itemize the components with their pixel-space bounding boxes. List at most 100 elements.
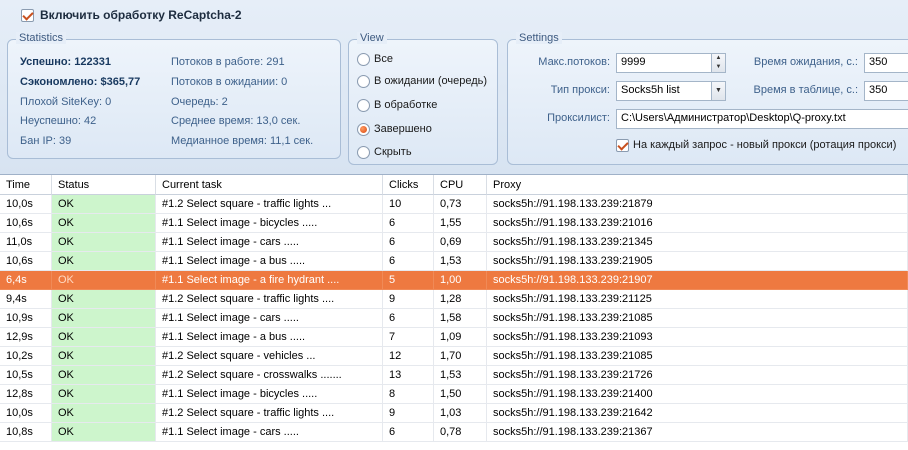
cell-cpu: 1,28 [434, 290, 487, 309]
column-header-cpu[interactable]: CPU [434, 175, 487, 195]
spin-down-icon[interactable]: ▼ [712, 63, 725, 72]
column-header-proxy[interactable]: Proxy [487, 175, 908, 195]
cell-cpu: 1,50 [434, 385, 487, 404]
control-panel: Включить обработку ReCaptcha-2 Statistic… [0, 0, 908, 174]
view-option-label: В обработке [374, 99, 438, 111]
column-header-clicks[interactable]: Clicks [383, 175, 434, 195]
view-option-processing[interactable]: В обработке [357, 96, 437, 114]
cell-time: 10,0s [0, 195, 52, 214]
cell-time: 10,6s [0, 252, 52, 271]
cell-clicks: 9 [383, 290, 434, 309]
max-threads-spinner[interactable]: ▲ ▼ [711, 54, 725, 72]
cell-time: 10,0s [0, 404, 52, 423]
cell-task: #1.1 Select image - bicycles ..... [156, 214, 383, 233]
column-header-time[interactable]: Time [0, 175, 52, 195]
settings-title: Settings [516, 32, 562, 44]
cell-proxy: socks5h://91.198.133.239:21125 [487, 290, 908, 309]
table-row[interactable]: 12,8s OK #1.1 Select image - bicycles ....… [0, 385, 908, 404]
cell-task: #1.2 Select square - traffic lights .... [156, 404, 383, 423]
cell-cpu: 0,73 [434, 195, 487, 214]
cell-clicks: 6 [383, 309, 434, 328]
cell-status: OK [52, 252, 156, 271]
proxy-type-value: Socks5h list [621, 84, 680, 96]
table-row[interactable]: 10,6s OK #1.1 Select image - a bus ..... 6 1… [0, 252, 908, 271]
cell-cpu: 0,78 [434, 423, 487, 442]
cell-clicks: 6 [383, 214, 434, 233]
view-option-all[interactable]: Все [357, 50, 393, 68]
radio-icon[interactable] [357, 98, 370, 112]
proxylist-field[interactable]: C:\Users\Администратор\Desktop\Q-proxy.t… [616, 109, 908, 129]
view-option-label: В ожидании (очередь) [374, 75, 488, 87]
spin-up-icon[interactable]: ▲ [712, 54, 725, 63]
view-option-hide[interactable]: Скрыть [357, 143, 412, 161]
stat-failed: Неуспешно: 42 [20, 115, 97, 127]
radio-selected-icon[interactable] [357, 122, 370, 136]
column-header-status[interactable]: Status [52, 175, 156, 195]
wait-time-value: 350 [869, 56, 888, 68]
cell-proxy: socks5h://91.198.133.239:21345 [487, 233, 908, 252]
cell-task: #1.1 Select image - a fire hydrant .... [156, 271, 383, 290]
stat-ban-ip: Бан IP: 39 [20, 135, 72, 147]
cell-status: OK [52, 233, 156, 252]
table-row[interactable]: 11,0s OK #1.1 Select image - cars ..... 6 0,… [0, 233, 908, 252]
cell-proxy: socks5h://91.198.133.239:21400 [487, 385, 908, 404]
cell-task: #1.1 Select image - cars ..... [156, 309, 383, 328]
cell-time: 10,8s [0, 423, 52, 442]
task-table: Time Status Current task Clicks CPU Proxy 10,… [0, 174, 908, 450]
stat-saved: Сэкономлено: $365,77 [20, 76, 141, 88]
statistics-group: Statistics Успешно: 122331 Сэкономлено: … [7, 32, 341, 159]
cell-proxy: socks5h://91.198.133.239:21085 [487, 347, 908, 366]
proxy-rotation-label[interactable]: На каждый запрос - новый прокси (ротация… [633, 139, 896, 151]
table-row[interactable]: 12,9s OK #1.1 Select image - a bus ..... 7 1… [0, 328, 908, 347]
radio-icon[interactable] [357, 52, 370, 66]
cell-status: OK [52, 214, 156, 233]
enable-recaptcha-checkbox[interactable] [21, 9, 34, 22]
radio-icon[interactable] [357, 145, 370, 159]
enable-recaptcha-label[interactable]: Включить обработку ReCaptcha-2 [40, 8, 242, 22]
cell-task: #1.1 Select image - a bus ..... [156, 328, 383, 347]
cell-clicks: 6 [383, 252, 434, 271]
cell-proxy: socks5h://91.198.133.239:21016 [487, 214, 908, 233]
max-threads-label: Макс.потоков: [538, 56, 610, 68]
view-title: View [357, 32, 387, 44]
cell-task: #1.2 Select square - vehicles ... [156, 347, 383, 366]
cell-status: OK [52, 404, 156, 423]
column-header-task[interactable]: Current task [156, 175, 383, 195]
proxy-type-select[interactable]: Socks5h list ▼ [616, 81, 726, 101]
table-row[interactable]: 10,9s OK #1.1 Select image - cars ..... 6 1,… [0, 309, 908, 328]
view-option-label: Скрыть [374, 146, 412, 158]
cell-time: 12,8s [0, 385, 52, 404]
table-row[interactable]: 10,0s OK #1.2 Select square - traffic ligh… [0, 404, 908, 423]
cell-task: #1.2 Select square - traffic lights .... [156, 290, 383, 309]
table-row[interactable]: 9,4s OK #1.2 Select square - traffic light… [0, 290, 908, 309]
radio-icon[interactable] [357, 74, 370, 88]
cell-proxy: socks5h://91.198.133.239:21093 [487, 328, 908, 347]
cell-task: #1.1 Select image - bicycles ..... [156, 385, 383, 404]
cell-cpu: 1,53 [434, 366, 487, 385]
stat-median-time: Медианное время: 11,1 сек. [171, 135, 314, 147]
cell-proxy: socks5h://91.198.133.239:21726 [487, 366, 908, 385]
cell-task: #1.2 Select square - crosswalks ....... [156, 366, 383, 385]
cell-clicks: 9 [383, 404, 434, 423]
wait-time-label: Время ожидания, с.: [753, 56, 858, 68]
cell-clicks: 6 [383, 423, 434, 442]
max-threads-field[interactable]: 9999 ▲ ▼ [616, 53, 726, 73]
wait-time-field[interactable]: 350 [864, 53, 908, 73]
table-time-value: 350 [869, 84, 888, 96]
cell-time: 10,6s [0, 214, 52, 233]
proxy-rotation-checkbox[interactable] [616, 139, 629, 152]
table-row[interactable]: 10,5s OK #1.2 Select square - crosswalks .… [0, 366, 908, 385]
view-option-waiting[interactable]: В ожидании (очередь) [357, 72, 487, 90]
chevron-down-icon[interactable]: ▼ [711, 82, 725, 100]
table-row-selected[interactable]: 6,4s OK #1.1 Select image - a fire hydrant… [0, 271, 908, 290]
table-row[interactable]: 10,6s OK #1.1 Select image - bicycles ....… [0, 214, 908, 233]
cell-time: 10,9s [0, 309, 52, 328]
table-row[interactable]: 10,0s OK #1.2 Select square - traffic ligh… [0, 195, 908, 214]
table-row[interactable]: 10,8s OK #1.1 Select image - cars ..... 6 0,… [0, 423, 908, 442]
cell-status: OK [52, 195, 156, 214]
cell-cpu: 1,09 [434, 328, 487, 347]
view-option-completed[interactable]: Завершено [357, 120, 432, 138]
cell-time: 10,2s [0, 347, 52, 366]
table-time-field[interactable]: 350 [864, 81, 908, 101]
table-row[interactable]: 10,2s OK #1.2 Select square - vehicles ...… [0, 347, 908, 366]
